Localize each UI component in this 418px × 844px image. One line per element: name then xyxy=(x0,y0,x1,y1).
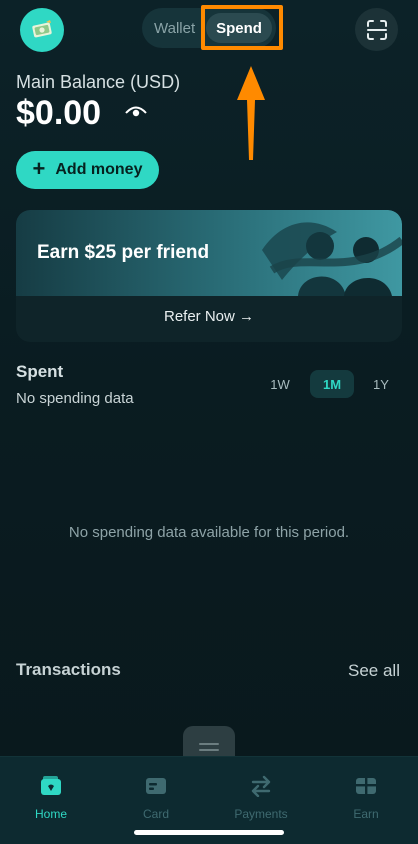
referral-title: Earn $25 per friend xyxy=(37,242,210,263)
tab-card-label: Card xyxy=(142,807,169,821)
tab-home[interactable]: Home xyxy=(6,775,96,821)
period-1m[interactable]: 1M xyxy=(310,370,354,398)
tab-payments[interactable]: Payments xyxy=(216,775,306,821)
balance-value: $0.00 xyxy=(16,94,102,132)
tab-earn-label: Earn xyxy=(353,807,379,821)
tab-wallet[interactable]: Wallet xyxy=(154,20,195,37)
gift-icon xyxy=(356,778,376,794)
eye-icon[interactable] xyxy=(124,103,148,121)
see-all-link[interactable]: See all xyxy=(348,661,400,681)
annotation-arrow-icon xyxy=(237,66,265,160)
scan-icon xyxy=(366,19,387,40)
home-indicator xyxy=(134,830,284,835)
profile-avatar[interactable] xyxy=(20,8,64,52)
add-money-button[interactable]: + Add money xyxy=(16,151,159,189)
wallet-icon xyxy=(41,776,61,795)
add-money-label: Add money xyxy=(55,161,143,178)
friends-illustration xyxy=(262,222,402,296)
card-icon xyxy=(146,778,166,794)
tab-card[interactable]: Card xyxy=(111,775,201,821)
referral-card[interactable]: Earn $25 per friend Refer Now → xyxy=(16,210,402,342)
scan-button[interactable] xyxy=(355,8,398,51)
transactions-title: Transactions xyxy=(16,660,121,679)
annotation-highlight-box xyxy=(201,5,283,50)
balance-label: Main Balance (USD) xyxy=(16,72,181,92)
money-bag-icon xyxy=(32,20,52,38)
tab-earn[interactable]: Earn xyxy=(321,775,411,821)
transfer-arrows-icon xyxy=(251,775,271,797)
plus-icon: + xyxy=(32,156,46,181)
spent-title: Spent xyxy=(16,362,64,381)
period-1w[interactable]: 1W xyxy=(262,370,298,398)
spent-subtitle: No spending data xyxy=(16,390,134,407)
refer-now-link[interactable]: Refer Now → xyxy=(16,308,402,325)
tab-payments-label: Payments xyxy=(234,807,288,821)
period-1y[interactable]: 1Y xyxy=(364,370,398,398)
empty-state-message: No spending data available for this peri… xyxy=(68,524,350,541)
tab-home-label: Home xyxy=(34,807,67,821)
